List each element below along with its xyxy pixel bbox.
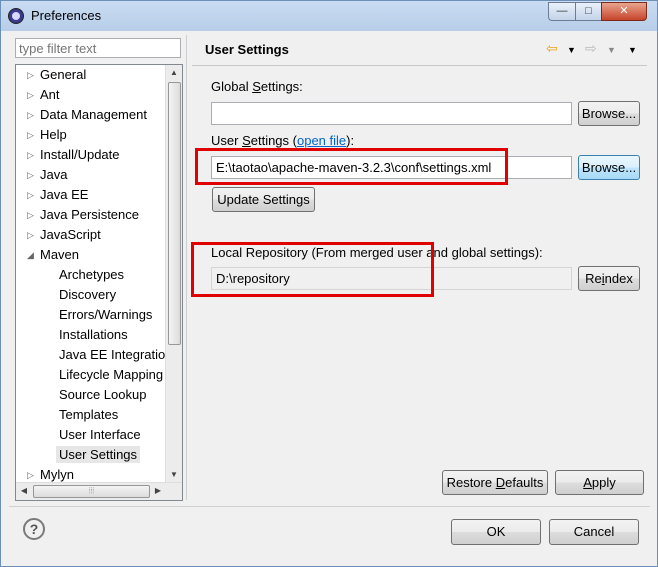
tree-item-label: Lifecycle Mapping — [59, 367, 164, 382]
preference-tree: ▷ General ▷ Ant ▷ Data Management ▷ Help ▷ Instal… — [15, 64, 183, 501]
collapsed-arrow-icon[interactable]: ▷ — [27, 205, 34, 225]
highlight-box-user-settings — [195, 148, 508, 185]
tree-item-label: Java Persistence — [40, 207, 139, 222]
collapsed-arrow-icon[interactable]: ▷ — [27, 125, 34, 145]
collapsed-arrow-icon[interactable]: ▷ — [27, 165, 34, 185]
expanded-arrow-icon[interactable]: ◢ — [27, 245, 34, 265]
tree-item[interactable]: Lifecycle Mapping — [59, 365, 163, 385]
global-settings-label: Global Settings: — [211, 79, 303, 94]
tree-item[interactable]: ▷ Install/Update — [27, 145, 120, 165]
view-menu-icon[interactable]: ▼ — [628, 45, 637, 55]
ok-button[interactable]: OK — [451, 519, 541, 545]
tree-item-label: Installations — [59, 327, 128, 342]
collapsed-arrow-icon[interactable]: ▷ — [27, 185, 34, 205]
tree-item-label: Discovery — [59, 287, 117, 302]
reindex-button[interactable]: Reindex — [578, 266, 640, 291]
tree-item-label: Ant — [40, 87, 60, 102]
tree-item[interactable]: Templates — [59, 405, 118, 425]
tree-item-label: General — [40, 67, 87, 82]
tree-item[interactable]: ▷ Help — [27, 125, 67, 145]
tree-item[interactable]: User Settings — [56, 445, 141, 465]
tree-item-label: Archetypes — [59, 267, 125, 282]
tree-item-label: Templates — [59, 407, 119, 422]
close-button[interactable]: ✕ — [601, 2, 647, 21]
apply-button[interactable]: Apply — [555, 470, 644, 495]
collapsed-arrow-icon[interactable]: ▷ — [27, 85, 34, 105]
tree-item[interactable]: Installations — [59, 325, 128, 345]
tree-item-label: Install/Update — [40, 147, 120, 162]
forward-dropdown-icon[interactable]: ▼ — [607, 45, 616, 55]
tree-item[interactable]: Java EE Integration — [59, 345, 172, 365]
tree-item[interactable]: ▷ Java Persistence — [27, 205, 139, 225]
tree-item[interactable]: Errors/Warnings — [59, 305, 152, 325]
global-settings-input[interactable] — [211, 102, 572, 125]
window-title: Preferences — [31, 8, 102, 23]
collapsed-arrow-icon[interactable]: ▷ — [27, 145, 34, 165]
tree-item-label: Errors/Warnings — [59, 307, 153, 322]
global-browse-button[interactable]: Browse... — [578, 101, 640, 126]
filter-input[interactable] — [15, 38, 181, 58]
help-icon[interactable]: ? — [23, 518, 45, 540]
tree-item[interactable]: ▷ Ant — [27, 85, 60, 105]
forward-arrow-icon[interactable]: ⇨ — [585, 40, 597, 57]
tree-item-label: Data Management — [40, 107, 147, 122]
tree-item-label: JavaScript — [40, 227, 101, 242]
preferences-window: Preferences — □ ✕ ▷ General ▷ Ant ▷ Data Mana… — [0, 0, 658, 567]
scroll-up-icon[interactable]: ▲ — [166, 65, 182, 81]
tree-item-label: Help — [40, 127, 67, 142]
tree-item[interactable]: ▷ Java — [27, 165, 68, 185]
dialog-client: ▷ General ▷ Ant ▷ Data Management ▷ Help ▷ Instal… — [9, 31, 650, 560]
scroll-down-icon[interactable]: ▼ — [166, 467, 182, 483]
tree-item[interactable]: ▷ General — [27, 65, 87, 85]
tree-item-label: Java — [40, 167, 68, 182]
title-separator — [192, 65, 647, 66]
collapsed-arrow-icon[interactable]: ▷ — [27, 65, 34, 85]
eclipse-icon — [8, 8, 24, 24]
restore-defaults-button[interactable]: Restore Defaults — [442, 470, 548, 495]
user-settings-label: User Settings (open file): — [211, 133, 355, 148]
scroll-left-icon[interactable]: ◀ — [16, 483, 32, 499]
tree-item-label: Java EE Integration — [59, 347, 173, 362]
tree-item-label: Mylyn — [40, 467, 74, 482]
collapsed-arrow-icon[interactable]: ▷ — [27, 225, 34, 245]
collapsed-arrow-icon[interactable]: ▷ — [27, 105, 34, 125]
minimize-button[interactable]: — — [548, 2, 576, 21]
scroll-right-icon[interactable]: ▶ — [150, 483, 166, 499]
maximize-button[interactable]: □ — [575, 2, 602, 21]
highlight-box-local-repository — [191, 242, 434, 297]
open-file-link[interactable]: open file — [297, 133, 346, 148]
tree-item-label: Source Lookup — [59, 387, 147, 402]
user-browse-button[interactable]: Browse... — [578, 155, 640, 180]
update-settings-button[interactable]: Update Settings — [212, 187, 315, 212]
tree-vertical-scrollbar[interactable]: ▲ ▼ — [165, 65, 182, 483]
tree-item[interactable]: Discovery — [59, 285, 116, 305]
vertical-scroll-thumb[interactable] — [168, 82, 181, 345]
footer-separator — [9, 506, 650, 507]
tree-item[interactable]: ▷ Data Management — [27, 105, 147, 125]
tree-item-label: User Interface — [59, 427, 141, 442]
tree-item[interactable]: Archetypes — [59, 265, 124, 285]
tree-item-label: Maven — [40, 247, 80, 262]
tree-horizontal-scrollbar[interactable]: ◀ ⦙⦙⦙ ▶ — [16, 482, 182, 500]
back-dropdown-icon[interactable]: ▼ — [567, 45, 576, 55]
panel-sash[interactable] — [186, 35, 187, 500]
tree-item[interactable]: User Interface — [59, 425, 141, 445]
tree-item[interactable]: ▷ Java EE — [27, 185, 89, 205]
tree-item[interactable]: Source Lookup — [59, 385, 146, 405]
tree-item-label: Java EE — [40, 187, 89, 202]
tree-item[interactable]: ◢ Maven — [27, 245, 80, 265]
cancel-button[interactable]: Cancel — [549, 519, 639, 545]
tree-item[interactable]: ▷ JavaScript — [27, 225, 101, 245]
title-bar: Preferences — □ ✕ — [1, 1, 657, 31]
back-arrow-icon[interactable]: ⇦ — [546, 40, 558, 57]
page-title: User Settings — [205, 42, 289, 57]
tree-item-label: User Settings — [56, 446, 141, 463]
horizontal-scroll-thumb[interactable]: ⦙⦙⦙ — [33, 485, 150, 498]
